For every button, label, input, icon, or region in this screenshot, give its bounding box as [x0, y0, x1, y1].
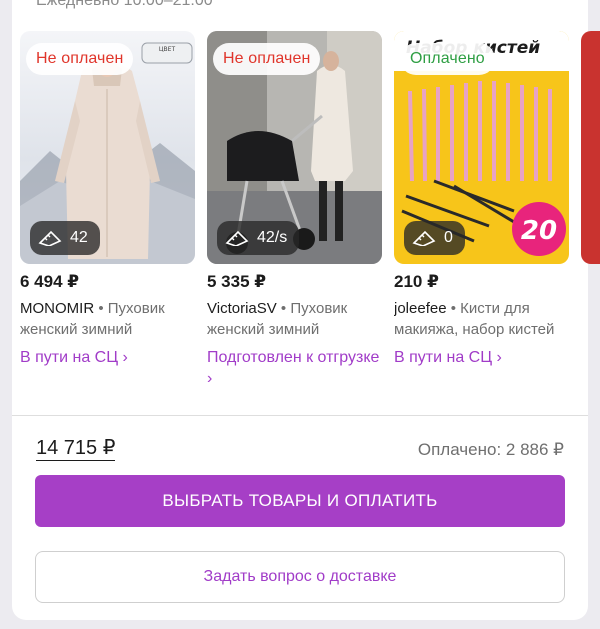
delivery-status-link[interactable]: В пути на СЦ › — [394, 347, 569, 368]
payment-status-badge: Не оплачен — [213, 43, 321, 75]
product-image[interactable]: Набор кистей — [394, 31, 569, 264]
image-badge: 20 — [521, 216, 557, 246]
product-price: 6 494 ₽ — [20, 272, 80, 291]
delivery-status-link[interactable]: Подготовлен к отгрузке › — [207, 347, 382, 389]
product-image[interactable]: ЦВЕТ Не оплачен 42 — [20, 31, 195, 264]
product-description[interactable]: joleefee • Кисти для макияжа, набор кист… — [394, 298, 569, 340]
ask-delivery-question-button[interactable]: Задать вопрос о доставке — [35, 551, 565, 603]
brand-separator: • — [446, 300, 461, 317]
product-brand: MONOMIR — [20, 300, 95, 317]
product-description[interactable]: MONOMIR • Пуховик женский зимний длинный — [20, 298, 195, 340]
order-total: 14 715 ₽ — [36, 437, 116, 461]
size-chip[interactable]: 0 — [404, 221, 465, 255]
product-brand: VictoriaSV — [207, 300, 277, 317]
product-image[interactable]: Не оплачен 42/s — [207, 31, 382, 264]
ruler-icon — [225, 230, 249, 246]
size-value: 42 — [70, 229, 88, 246]
product-price: 210 ₽ — [394, 272, 439, 291]
divider — [12, 415, 588, 416]
size-value: 42/s — [257, 229, 288, 246]
payment-status-badge: Не оплачен — [26, 43, 134, 75]
delivery-status-link[interactable]: В пути на СЦ › — [20, 347, 195, 368]
product-brand: joleefee — [394, 300, 447, 317]
ruler-icon — [412, 230, 436, 246]
product-card[interactable]: Набор кистей — [394, 31, 569, 366]
product-image[interactable] — [581, 31, 600, 264]
pickup-schedule: Ежедневно 10:00–21:00 — [36, 0, 213, 9]
product-description[interactable]: VictoriaSV • Пуховик женский зимний длин… — [207, 298, 382, 340]
paid-amount: Оплачено: 2 886 ₽ — [417, 440, 564, 459]
select-and-pay-button[interactable]: ВЫБРАТЬ ТОВАРЫ И ОПЛАТИТЬ — [35, 475, 565, 527]
ruler-icon — [38, 230, 62, 246]
size-value: 0 — [444, 229, 453, 246]
color-tag-text: ЦВЕТ — [159, 46, 176, 53]
product-price: 5 335 ₽ — [207, 272, 267, 291]
size-chip[interactable]: 42 — [30, 221, 100, 255]
product-carousel[interactable]: ЦВЕТ Не оплачен 42 6 494 ₽ MONOMIR • Пух… — [20, 31, 600, 391]
brand-separator: • — [276, 300, 291, 317]
size-chip[interactable]: 42/s — [217, 221, 300, 255]
product-card-partial[interactable] — [581, 31, 600, 264]
product-card[interactable]: ЦВЕТ Не оплачен 42 6 494 ₽ MONOMIR • Пух… — [20, 31, 195, 366]
brand-separator: • — [94, 300, 108, 317]
payment-status-badge: Оплачено — [400, 43, 495, 75]
product-card[interactable]: Не оплачен 42/s 5 335 ₽ VictoriaSV • Пух… — [207, 31, 382, 387]
